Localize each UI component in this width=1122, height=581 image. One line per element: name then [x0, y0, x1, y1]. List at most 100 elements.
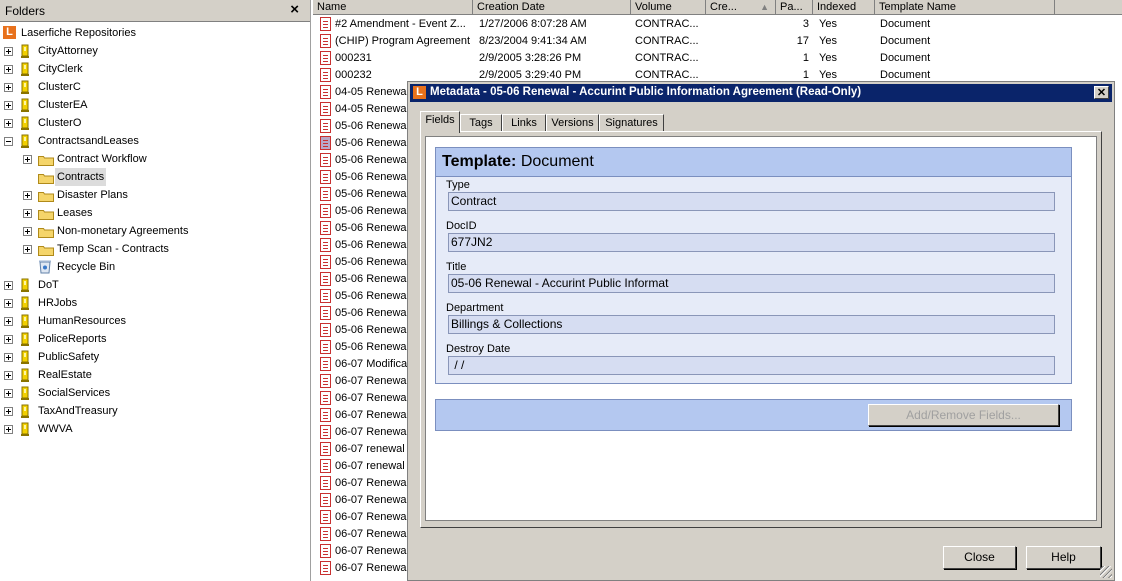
tree-item-temp-scan-contracts[interactable]: Temp Scan - Contracts [0, 240, 310, 258]
tree-item-publicsafety[interactable]: PublicSafety [0, 348, 310, 366]
column-header-name[interactable]: Name [313, 0, 473, 15]
column-header-indexed[interactable]: Indexed [813, 0, 875, 15]
document-row[interactable]: 000231 2/9/2005 3:28:26 PM CONTRAC... 1 Yes D… [313, 50, 1122, 67]
tree-item-non-monetary-agreements[interactable]: Non-monetary Agreements [0, 222, 310, 240]
tree-item-label: Temp Scan - Contracts [57, 243, 169, 255]
expand-icon[interactable] [4, 101, 13, 110]
folder-pane-close-icon[interactable]: × [290, 1, 299, 18]
collapse-icon[interactable] [4, 137, 13, 146]
tree-item-cityattorney[interactable]: CityAttorney [0, 42, 310, 60]
expand-icon[interactable] [23, 155, 32, 164]
document-row[interactable]: #2 Amendment - Event Z... 1/27/2006 8:07:… [313, 16, 1122, 33]
tree-item-label: Disaster Plans [57, 189, 128, 201]
folder-pane-title: Folders [5, 4, 46, 18]
tree-item-label: ClusterC [38, 81, 81, 93]
column-header-template-name[interactable]: Template Name [875, 0, 1055, 15]
field-destroy-date-input[interactable]: / / [448, 356, 1055, 375]
tree-item-label: PublicSafety [38, 351, 100, 363]
tree-item-socialservices[interactable]: SocialServices [0, 384, 310, 402]
tree-item-wwva[interactable]: WWVA [0, 420, 310, 438]
help-button[interactable]: Help [1026, 546, 1101, 569]
expand-icon[interactable] [23, 245, 32, 254]
expand-icon[interactable] [4, 83, 13, 92]
tree-item-taxandtreasury[interactable]: TaxAndTreasury [0, 402, 310, 420]
expand-icon[interactable] [4, 371, 13, 380]
document-icon [320, 102, 331, 116]
document-icon [320, 425, 331, 439]
column-header-pages[interactable]: Pa... [776, 0, 813, 15]
tab-signatures[interactable]: Signatures [599, 114, 664, 132]
field-label-type: Type [446, 179, 470, 191]
cell-pages: 17 [796, 35, 809, 47]
document-icon [320, 68, 331, 82]
resize-grip-icon[interactable] [1100, 566, 1112, 578]
tab-tags[interactable]: Tags [460, 114, 502, 132]
cabinet-icon [19, 386, 32, 400]
field-title-input[interactable]: 05-06 Renewal - Accurint Public Informat [448, 274, 1055, 293]
tree-item-contracts[interactable]: Contracts [0, 168, 310, 186]
tree-item-policereports[interactable]: PoliceReports [0, 330, 310, 348]
field-docid-input[interactable]: 677JN2 [448, 233, 1055, 252]
document-icon [320, 187, 331, 201]
column-header-creator[interactable]: Cre... ▲ [706, 0, 776, 15]
tree-item-clusterea[interactable]: ClusterEA [0, 96, 310, 114]
tree-item-clustero[interactable]: ClusterO [0, 114, 310, 132]
cabinet-icon [19, 116, 32, 130]
tree-item-contractsandleases[interactable]: ContractsandLeases [0, 132, 310, 150]
expand-icon[interactable] [4, 47, 13, 56]
close-button[interactable]: Close [943, 546, 1016, 569]
dialog-title-bar[interactable]: L Metadata - 05-06 Renewal - Accurint Pu… [410, 84, 1112, 102]
tree-root-repositories[interactable]: L Laserfiche Repositories [0, 24, 310, 42]
document-icon [320, 34, 331, 48]
expand-icon[interactable] [23, 227, 32, 236]
tab-fields[interactable]: Fields [420, 111, 460, 133]
tree-item-hrjobs[interactable]: HRJobs [0, 294, 310, 312]
expand-icon[interactable] [4, 317, 13, 326]
cabinet-icon [19, 368, 32, 382]
document-icon [320, 272, 331, 286]
expand-icon[interactable] [4, 65, 13, 74]
laserfiche-logo-icon: L [413, 86, 426, 99]
column-header-volume[interactable]: Volume [631, 0, 706, 15]
add-remove-fields-button[interactable]: Add/Remove Fields... [868, 404, 1059, 426]
tab-links[interactable]: Links [502, 114, 546, 132]
column-header-creator-label: Cre... [710, 1, 737, 13]
tree-item-label: DoT [38, 279, 59, 291]
expand-icon[interactable] [4, 425, 13, 434]
expand-icon[interactable] [23, 191, 32, 200]
tree-item-clusterc[interactable]: ClusterC [0, 78, 310, 96]
expand-icon[interactable] [4, 389, 13, 398]
expand-icon[interactable] [4, 353, 13, 362]
document-icon [320, 442, 331, 456]
field-department-input[interactable]: Billings & Collections [448, 315, 1055, 334]
cell-pages: 1 [802, 52, 809, 64]
tree-item-recycle-bin[interactable]: Recycle Bin [0, 258, 310, 276]
expand-icon[interactable] [4, 335, 13, 344]
document-row[interactable]: (CHIP) Program Agreement 8/23/2004 9:41:3… [313, 33, 1122, 50]
laserfiche-logo-icon: L [3, 26, 16, 39]
expand-icon[interactable] [4, 407, 13, 416]
dialog-close-icon[interactable]: ✕ [1094, 86, 1109, 99]
folder-pane-header: Folders × [0, 0, 310, 22]
tree-item-leases[interactable]: Leases [0, 204, 310, 222]
expand-icon[interactable] [4, 299, 13, 308]
expand-icon[interactable] [23, 209, 32, 218]
tab-versions[interactable]: Versions [546, 114, 599, 132]
column-header-creation-date[interactable]: Creation Date [473, 0, 631, 15]
tree-item-disaster-plans[interactable]: Disaster Plans [0, 186, 310, 204]
tree-item-label: ClusterEA [38, 99, 88, 111]
tree-item-contract-workflow[interactable]: Contract Workflow [0, 150, 310, 168]
tree-item-label: ContractsandLeases [38, 135, 139, 147]
tree-item-cityclerk[interactable]: CityClerk [0, 60, 310, 78]
expand-icon[interactable] [4, 119, 13, 128]
tree-item-dot[interactable]: DoT [0, 276, 310, 294]
dialog-title: Metadata - 05-06 Renewal - Accurint Publ… [430, 86, 862, 98]
tree-item-realestate[interactable]: RealEstate [0, 366, 310, 384]
expand-icon[interactable] [4, 281, 13, 290]
tree-item-humanresources[interactable]: HumanResources [0, 312, 310, 330]
folder-icon [38, 244, 54, 256]
field-label-docid: DocID [446, 220, 477, 232]
field-type-input[interactable]: Contract [448, 192, 1055, 211]
cell-template: Document [880, 52, 931, 64]
fields-panel: Template: Document Type Contract DocID 6… [425, 136, 1097, 521]
